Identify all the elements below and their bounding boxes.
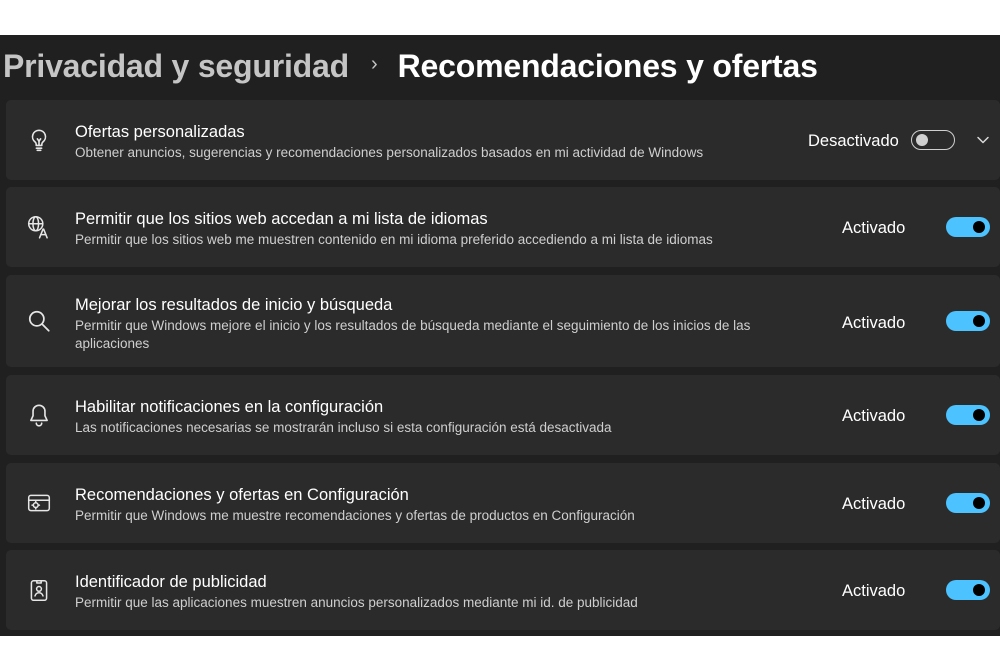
setting-card-settings-recommendations[interactable]: Recomendaciones y ofertas en Configuraci… bbox=[6, 463, 1000, 543]
setting-description: Permitir que Windows mejore el inicio y … bbox=[75, 318, 751, 351]
toggle-knob bbox=[973, 221, 985, 233]
setting-status: Desactivado bbox=[808, 132, 899, 150]
website-languages-toggle[interactable] bbox=[946, 217, 990, 237]
settings-window: Privacidad y seguridad › Recomendaciones… bbox=[0, 35, 1000, 636]
setting-description: Las notificaciones necesarias se mostrar… bbox=[75, 420, 612, 435]
setting-title: Ofertas personalizadas bbox=[75, 123, 245, 141]
setting-card-website-languages[interactable]: Permitir que los sitios web accedan a mi… bbox=[6, 187, 1000, 267]
setting-description: Permitir que Windows me muestre recomend… bbox=[75, 508, 635, 523]
advertising-id-toggle[interactable] bbox=[946, 580, 990, 600]
setting-card-settings-notifications[interactable]: Habilitar notificaciones en la configura… bbox=[6, 375, 1000, 455]
offers-icon bbox=[26, 490, 52, 516]
toggle-knob bbox=[973, 584, 985, 596]
breadcrumb-parent-link[interactable]: Privacidad y seguridad bbox=[3, 48, 349, 85]
toggle-knob bbox=[916, 134, 928, 146]
setting-title: Identificador de publicidad bbox=[75, 573, 267, 591]
setting-status: Activado bbox=[842, 314, 906, 332]
personalized-offers-toggle[interactable] bbox=[911, 130, 955, 150]
setting-status: Activado bbox=[842, 582, 906, 600]
page-title: Recomendaciones y ofertas bbox=[397, 47, 818, 84]
setting-title: Recomendaciones y ofertas en Configuraci… bbox=[75, 486, 409, 504]
breadcrumb-separator: › bbox=[370, 52, 378, 75]
setting-description: Permitir que las aplicaciones muestren a… bbox=[75, 595, 638, 610]
toggle-knob bbox=[973, 315, 985, 327]
language-translate-icon bbox=[26, 214, 52, 240]
bell-icon bbox=[26, 402, 52, 428]
breadcrumb: Privacidad y seguridad › Recomendaciones… bbox=[3, 35, 818, 97]
setting-card-advertising-id[interactable]: Identificador de publicidad Permitir que… bbox=[6, 550, 1000, 630]
setting-description: Permitir que los sitios web me muestren … bbox=[75, 232, 713, 247]
start-search-results-toggle[interactable] bbox=[946, 311, 990, 331]
chevron-down-icon[interactable] bbox=[976, 133, 990, 147]
setting-title: Mejorar los resultados de inicio y búsqu… bbox=[75, 296, 393, 314]
toggle-knob bbox=[973, 497, 985, 509]
lightbulb-icon bbox=[26, 127, 52, 153]
setting-card-start-search-results[interactable]: Mejorar los resultados de inicio y búsqu… bbox=[6, 275, 1000, 367]
setting-status: Activado bbox=[842, 495, 906, 513]
setting-status: Activado bbox=[842, 219, 906, 237]
toggle-knob bbox=[973, 409, 985, 421]
settings-notifications-toggle[interactable] bbox=[946, 405, 990, 425]
setting-card-personalized-offers[interactable]: Ofertas personalizadas Obtener anuncios,… bbox=[6, 100, 1000, 180]
search-icon bbox=[26, 308, 52, 334]
setting-title: Habilitar notificaciones en la configura… bbox=[75, 398, 384, 416]
setting-title: Permitir que los sitios web accedan a mi… bbox=[75, 210, 488, 228]
settings-recommendations-toggle[interactable] bbox=[946, 493, 990, 513]
setting-status: Activado bbox=[842, 407, 906, 425]
setting-description: Obtener anuncios, sugerencias y recomend… bbox=[75, 145, 704, 160]
advertising-id-icon bbox=[26, 577, 52, 603]
